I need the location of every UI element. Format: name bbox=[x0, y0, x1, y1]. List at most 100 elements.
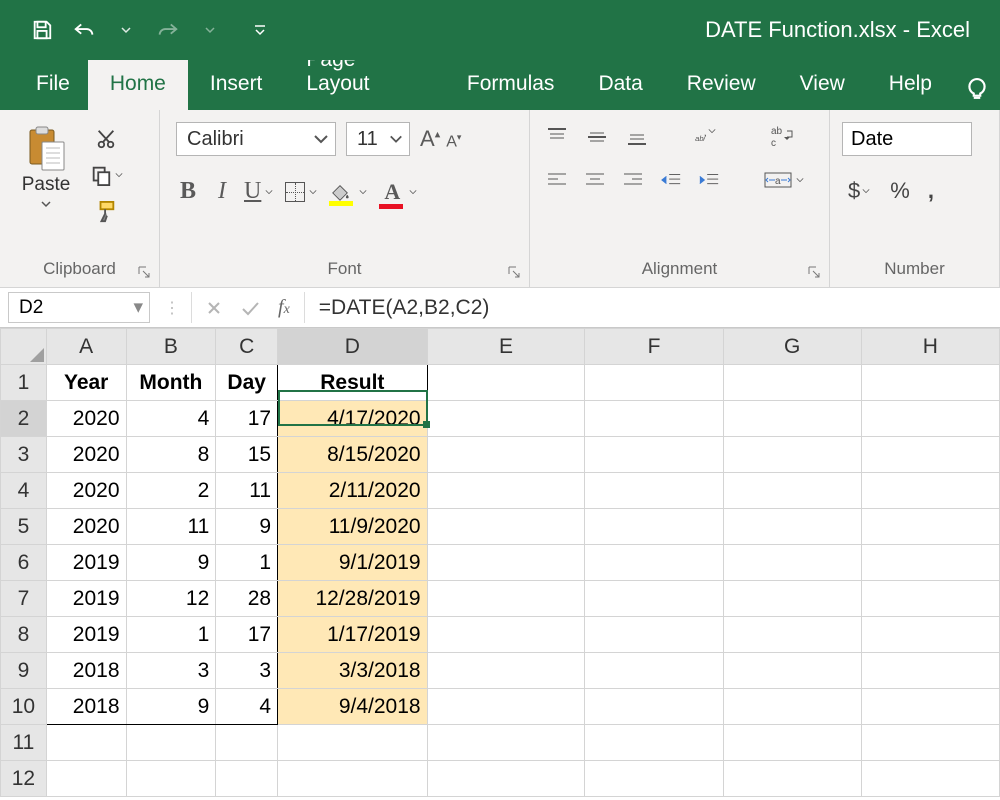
cell[interactable] bbox=[427, 689, 585, 725]
row-header[interactable]: 3 bbox=[1, 437, 47, 473]
cell-A9[interactable]: 2018 bbox=[46, 653, 126, 689]
tab-formulas[interactable]: Formulas bbox=[445, 60, 577, 110]
fill-color-button[interactable] bbox=[329, 182, 369, 202]
cut-icon[interactable] bbox=[95, 128, 117, 150]
cell-D9[interactable]: 3/3/2018 bbox=[278, 653, 427, 689]
align-top-icon[interactable] bbox=[546, 127, 568, 145]
col-header-H[interactable]: H bbox=[861, 329, 999, 365]
enter-icon[interactable] bbox=[240, 300, 260, 316]
bold-button[interactable]: B bbox=[176, 178, 200, 205]
cell-A1[interactable]: Year bbox=[46, 365, 126, 401]
cell[interactable] bbox=[861, 545, 999, 581]
cell-C7[interactable]: 28 bbox=[216, 581, 278, 617]
cell-D7[interactable]: 12/28/2019 bbox=[278, 581, 427, 617]
save-icon[interactable] bbox=[30, 19, 54, 41]
cell[interactable] bbox=[723, 509, 861, 545]
cell[interactable] bbox=[723, 689, 861, 725]
tab-help[interactable]: Help bbox=[867, 60, 954, 110]
cell-C3[interactable]: 15 bbox=[216, 437, 278, 473]
cell[interactable] bbox=[126, 761, 216, 797]
cell-B3[interactable]: 8 bbox=[126, 437, 216, 473]
comma-format-button[interactable]: , bbox=[928, 178, 934, 204]
row-header[interactable]: 1 bbox=[1, 365, 47, 401]
cell[interactable] bbox=[861, 761, 999, 797]
cell[interactable] bbox=[723, 401, 861, 437]
paste-button[interactable]: Paste bbox=[12, 122, 80, 208]
cell[interactable] bbox=[427, 653, 585, 689]
col-header-B[interactable]: B bbox=[126, 329, 216, 365]
undo-dropdown-icon[interactable] bbox=[114, 25, 138, 35]
cell[interactable] bbox=[46, 761, 126, 797]
cell[interactable] bbox=[861, 617, 999, 653]
name-box[interactable]: D2 ▾ bbox=[8, 292, 150, 323]
align-right-icon[interactable] bbox=[622, 171, 644, 189]
cell-D2[interactable]: 4/17/2020 bbox=[278, 401, 427, 437]
tab-view[interactable]: View bbox=[778, 60, 867, 110]
row-header[interactable]: 4 bbox=[1, 473, 47, 509]
col-header-E[interactable]: E bbox=[427, 329, 585, 365]
cell-C10[interactable]: 4 bbox=[216, 689, 278, 725]
cell[interactable] bbox=[427, 509, 585, 545]
col-header-F[interactable]: F bbox=[585, 329, 723, 365]
merge-center-button[interactable]: a bbox=[764, 170, 806, 190]
cell[interactable] bbox=[126, 725, 216, 761]
cell-B5[interactable]: 11 bbox=[126, 509, 216, 545]
increase-font-icon[interactable]: A▴ bbox=[420, 126, 440, 152]
undo-icon[interactable] bbox=[72, 20, 96, 40]
cell[interactable] bbox=[585, 365, 723, 401]
cell[interactable] bbox=[723, 653, 861, 689]
cell[interactable] bbox=[723, 473, 861, 509]
worksheet-grid[interactable]: A B C D E F G H 1 Year Month Day Result … bbox=[0, 328, 1000, 797]
paste-dropdown-icon[interactable] bbox=[41, 200, 51, 208]
cell-A2[interactable]: 2020 bbox=[46, 401, 126, 437]
cell[interactable] bbox=[585, 761, 723, 797]
underline-button[interactable]: U bbox=[244, 178, 275, 205]
cell-C6[interactable]: 1 bbox=[216, 545, 278, 581]
decrease-font-icon[interactable]: A▾ bbox=[446, 132, 461, 151]
redo-icon[interactable] bbox=[156, 20, 180, 40]
cell[interactable] bbox=[427, 365, 585, 401]
fx-icon[interactable]: fx bbox=[278, 296, 290, 319]
cell[interactable] bbox=[861, 401, 999, 437]
cell[interactable] bbox=[427, 401, 585, 437]
cell-C8[interactable]: 17 bbox=[216, 617, 278, 653]
cell[interactable] bbox=[427, 437, 585, 473]
copy-icon[interactable] bbox=[90, 164, 123, 186]
cell[interactable] bbox=[723, 581, 861, 617]
increase-indent-icon[interactable] bbox=[698, 171, 720, 189]
col-header-A[interactable]: A bbox=[46, 329, 126, 365]
row-header[interactable]: 12 bbox=[1, 761, 47, 797]
align-bottom-icon[interactable] bbox=[626, 127, 648, 145]
cell[interactable] bbox=[723, 437, 861, 473]
cell[interactable] bbox=[585, 509, 723, 545]
cell-B2[interactable]: 4 bbox=[126, 401, 216, 437]
cell[interactable] bbox=[278, 761, 427, 797]
align-left-icon[interactable] bbox=[546, 171, 568, 189]
font-name-combo[interactable]: Calibri bbox=[176, 122, 336, 156]
cell[interactable] bbox=[585, 725, 723, 761]
borders-button[interactable] bbox=[285, 182, 319, 202]
cell[interactable] bbox=[427, 725, 585, 761]
alignment-launcher-icon[interactable] bbox=[807, 265, 823, 281]
cell-B4[interactable]: 2 bbox=[126, 473, 216, 509]
cell[interactable] bbox=[427, 617, 585, 653]
cell-A10[interactable]: 2018 bbox=[46, 689, 126, 725]
format-painter-icon[interactable] bbox=[95, 200, 117, 224]
row-header[interactable]: 2 bbox=[1, 401, 47, 437]
row-header[interactable]: 9 bbox=[1, 653, 47, 689]
cell[interactable] bbox=[585, 473, 723, 509]
cell-C9[interactable]: 3 bbox=[216, 653, 278, 689]
cell[interactable] bbox=[861, 653, 999, 689]
cell-D3[interactable]: 8/15/2020 bbox=[278, 437, 427, 473]
col-header-D[interactable]: D bbox=[278, 329, 427, 365]
wrap-text-icon[interactable]: abc bbox=[770, 124, 796, 148]
cell[interactable] bbox=[585, 689, 723, 725]
row-header[interactable]: 10 bbox=[1, 689, 47, 725]
cell[interactable] bbox=[723, 365, 861, 401]
cell[interactable] bbox=[723, 617, 861, 653]
cell-D6[interactable]: 9/1/2019 bbox=[278, 545, 427, 581]
cell-B1[interactable]: Month bbox=[126, 365, 216, 401]
cell[interactable] bbox=[585, 437, 723, 473]
cell-A8[interactable]: 2019 bbox=[46, 617, 126, 653]
customize-qat-icon[interactable] bbox=[248, 23, 272, 37]
